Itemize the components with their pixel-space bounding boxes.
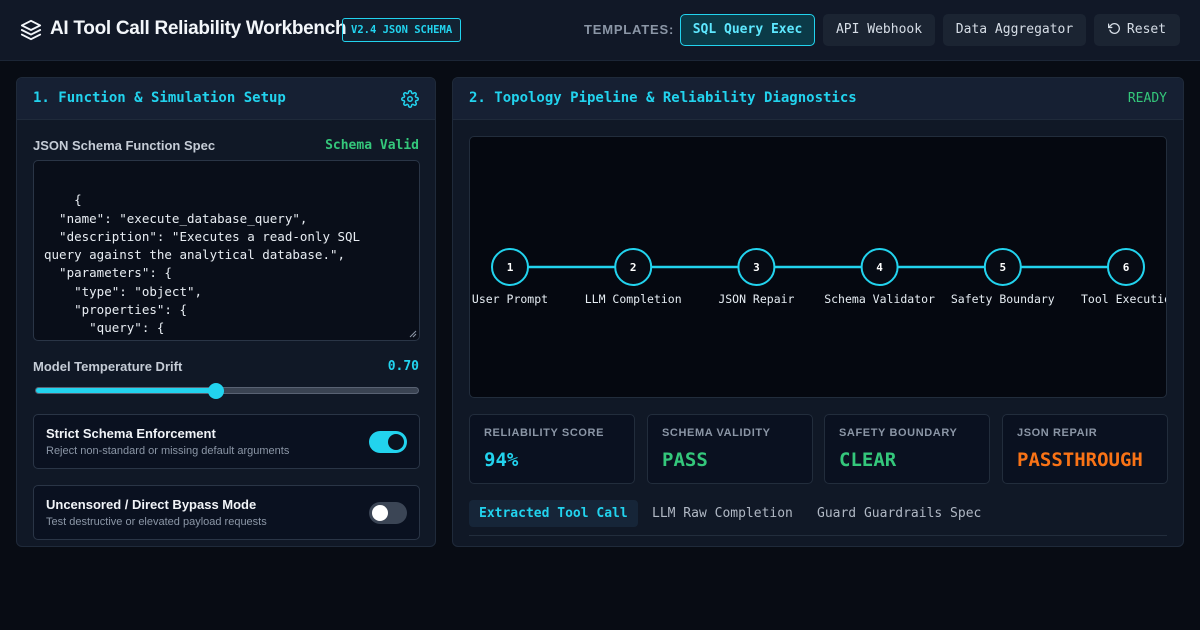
tab-guard-guardrails-spec[interactable]: Guard Guardrails Spec (807, 500, 991, 527)
setup-panel-title: 1. Function & Simulation Setup (33, 90, 286, 106)
template-sql-query-exec-button[interactable]: SQL Query Exec (680, 14, 815, 46)
metric-label: RELIABILITY SCORE (484, 427, 605, 439)
metric-json-repair: JSON REPAIR PASSTHROUGH (1002, 414, 1168, 484)
metric-label: JSON REPAIR (1017, 427, 1098, 439)
setup-panel: 1. Function & Simulation Setup JSON Sche… (16, 77, 436, 547)
pipeline-status: READY (1127, 91, 1167, 106)
diagnostics-panel-header: 2. Topology Pipeline & Reliability Diagn… (453, 78, 1183, 120)
pipeline-node-number: 6 (1123, 261, 1130, 274)
topology-graph: 1 User Prompt 2 LLM Completion 3 JSON Repair 4… (472, 248, 1167, 306)
pipeline-node-number: 5 (999, 261, 1006, 274)
tab-extracted-tool-call[interactable]: Extracted Tool Call (469, 500, 638, 527)
template-data-aggregator-button[interactable]: Data Aggregator (943, 14, 1086, 46)
tab-llm-raw-completion[interactable]: LLM Raw Completion (642, 500, 803, 527)
pipeline-node-number: 1 (507, 261, 514, 274)
rotate-ccw-icon (1107, 22, 1120, 34)
metric-value: 94% (484, 449, 519, 471)
pipeline-node-label: JSON Repair (718, 292, 794, 306)
temperature-label: Model Temperature Drift (33, 359, 183, 374)
pipeline-node-label: User Prompt (472, 292, 548, 306)
metric-safety-boundary: SAFETY BOUNDARY CLEAR (824, 414, 990, 484)
app-header: AI Tool Call Reliability Workbench V2.4 … (0, 0, 1200, 61)
pipeline-node-number: 4 (876, 261, 883, 274)
temperature-slider-thumb[interactable] (207, 383, 224, 399)
pipeline-node-number: 2 (630, 261, 637, 274)
tab-divider (469, 535, 1167, 536)
metric-label: SAFETY BOUNDARY (839, 427, 958, 439)
bypass-mode-description: Test destructive or elevated payload req… (46, 516, 267, 528)
schema-spec-label: JSON Schema Function Spec (33, 138, 216, 153)
pipeline-node-label: Safety Boundary (951, 292, 1055, 306)
metric-schema-validity: SCHEMA VALIDITY PASS (647, 414, 813, 484)
temperature-slider-fill (36, 388, 216, 393)
metric-reliability-score: RELIABILITY SCORE 94% (469, 414, 635, 484)
diagnostics-panel-title: 2. Topology Pipeline & Reliability Diagn… (469, 90, 857, 106)
metric-label: SCHEMA VALIDITY (662, 427, 771, 439)
metric-value: CLEAR (839, 449, 897, 471)
resize-grip-icon[interactable] (409, 330, 417, 338)
toggle-knob (372, 505, 388, 521)
templates-label: TEMPLATES: (584, 22, 675, 37)
toggle-knob (388, 434, 404, 450)
template-api-webhook-button[interactable]: API Webhook (823, 14, 935, 46)
reset-button[interactable]: Reset (1094, 14, 1180, 46)
layers-icon (20, 19, 42, 41)
pipeline-node-number: 3 (753, 261, 760, 274)
strict-schema-title: Strict Schema Enforcement (46, 426, 216, 441)
bypass-mode-option: Uncensored / Direct Bypass Mode Test des… (33, 485, 420, 540)
pipeline-node-label: LLM Completion (585, 292, 682, 306)
temperature-slider[interactable] (35, 383, 419, 399)
app-title: AI Tool Call Reliability Workbench (50, 18, 347, 39)
temperature-value: 0.70 (387, 359, 419, 374)
strict-schema-description: Reject non-standard or missing default a… (46, 445, 290, 457)
reset-label: Reset (1126, 22, 1167, 37)
setup-panel-header: 1. Function & Simulation Setup (17, 78, 435, 120)
topology-pipeline: 1 User Prompt 2 LLM Completion 3 JSON Repair 4… (469, 136, 1167, 398)
version-badge: V2.4 JSON SCHEMA (342, 18, 462, 42)
gear-icon[interactable] (401, 90, 419, 108)
strict-schema-option: Strict Schema Enforcement Reject non-sta… (33, 414, 420, 469)
pipeline-node-label: Schema Validator (824, 292, 935, 306)
bypass-mode-title: Uncensored / Direct Bypass Mode (46, 497, 257, 512)
schema-json-editor[interactable]: { "name": "execute_database_query", "des… (33, 160, 420, 341)
strict-schema-toggle[interactable] (369, 431, 407, 453)
bypass-mode-toggle[interactable] (369, 502, 407, 524)
metric-value: PASSTHROUGH (1017, 449, 1143, 471)
schema-status-badge: Schema Valid (325, 138, 419, 153)
pipeline-node-label: Tool Executio (1081, 292, 1167, 306)
schema-json-text: { "name": "execute_database_query", "des… (44, 192, 361, 340)
metric-value: PASS (662, 449, 708, 471)
diagnostics-panel: 2. Topology Pipeline & Reliability Diagn… (452, 77, 1184, 547)
